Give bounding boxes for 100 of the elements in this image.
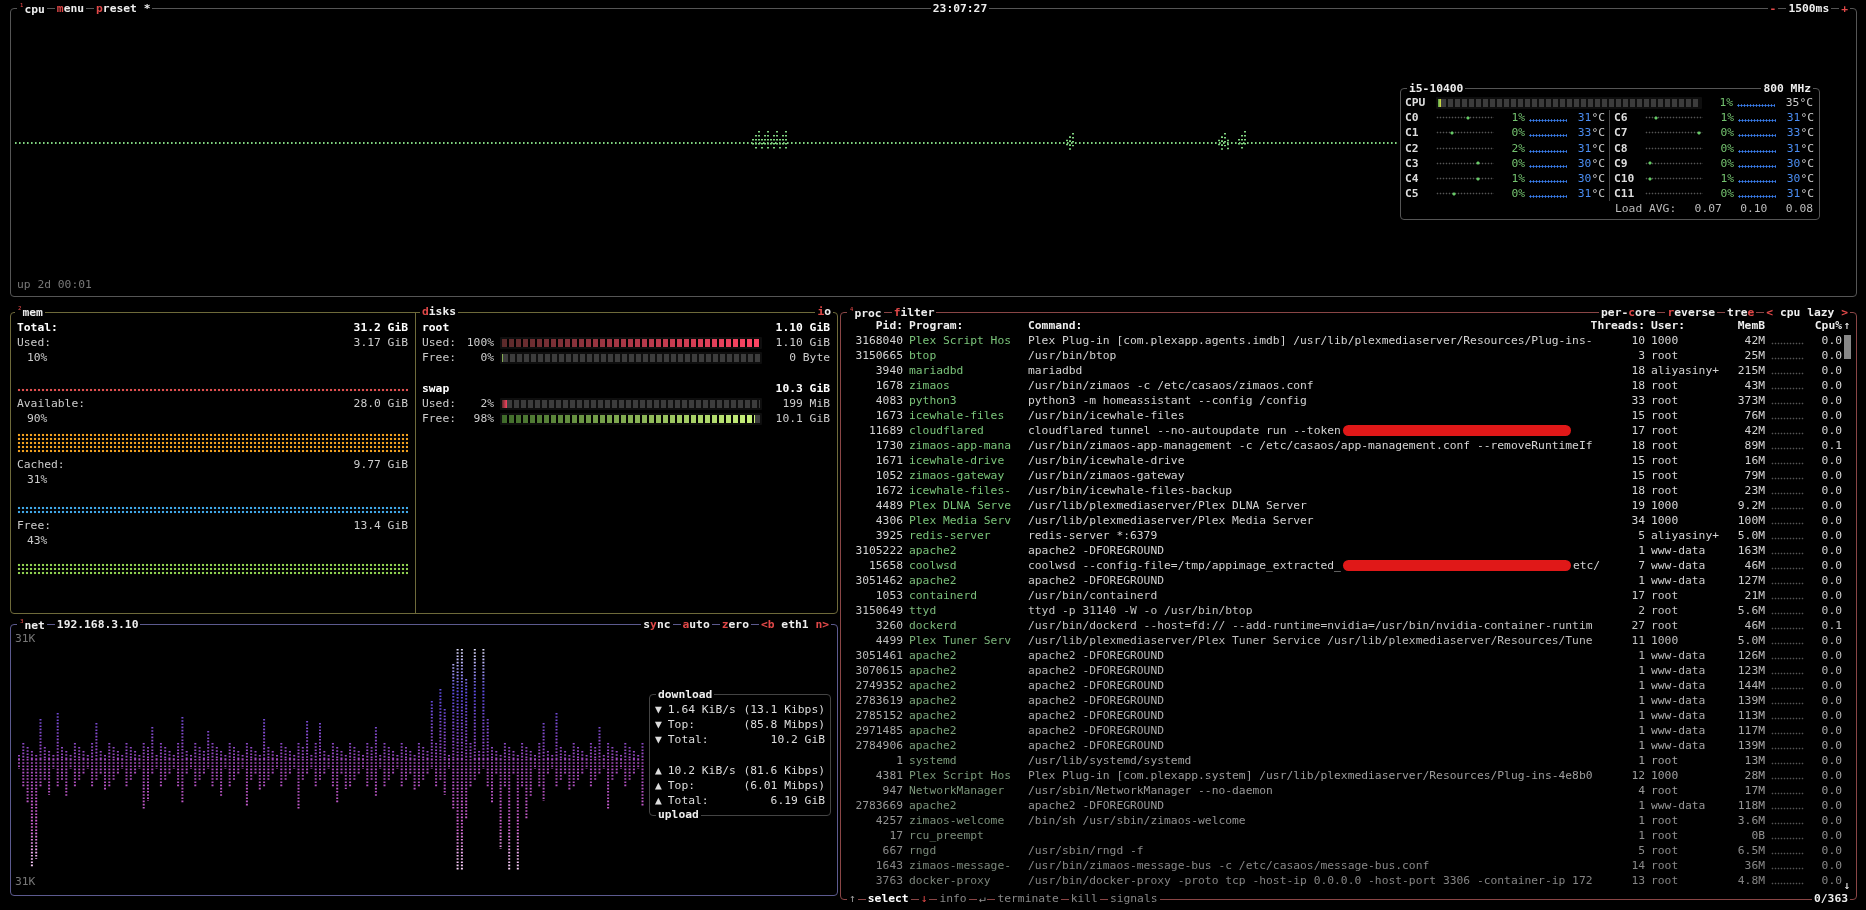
scrollbar-thumb[interactable] — [1843, 335, 1851, 360]
threads-cell-text: 15 — [1630, 468, 1645, 484]
load-value: 0.07 — [1694, 201, 1722, 217]
core-temperature: 31°C — [1576, 110, 1605, 126]
user-cell-text: www-data — [1651, 678, 1707, 694]
disk-usage-value: 199 MiB — [781, 395, 830, 412]
memory-cell-text: 89M — [1743, 438, 1765, 454]
cpu-cell-text: 0.0 — [1820, 468, 1842, 484]
memory-cell-text: 118M — [1736, 798, 1765, 814]
upload-stat-value: (6.01 Mibps) — [743, 777, 825, 793]
cpu-cell-text: 0.0 — [1820, 543, 1842, 559]
command-text: apache2 -DFOREGROUND — [1028, 708, 1165, 724]
core-percent: 1% — [1719, 170, 1734, 187]
memory-cell-text: 126M — [1736, 648, 1765, 664]
cpu-percent: 1% — [1718, 95, 1733, 111]
program-cell-text: apache2 — [909, 543, 958, 559]
column-header[interactable]: Program: — [909, 318, 1022, 334]
threads-cell-text: 19 — [1630, 498, 1645, 514]
pid-cell-text: 3051461 — [854, 648, 903, 664]
pid-cell-text: 3150665 — [854, 348, 903, 364]
column-header[interactable]: Threads: — [1590, 318, 1645, 334]
pid-cell-text: 3105222 — [854, 543, 903, 559]
command-text: /usr/bin/zimaos-app-management -c /etc/casaos/app-management.conf --removeRuntimeIf — [1028, 438, 1593, 454]
program-cell-text: apache2 — [909, 738, 958, 754]
pid-cell-text: 17 — [888, 828, 903, 844]
core-label: C5 — [1405, 186, 1420, 202]
pid-cell-text: 667 — [881, 843, 903, 859]
scroll-down-arrow[interactable]: ↓ — [1843, 877, 1851, 893]
pid-cell-text: 2749352 — [854, 678, 903, 694]
pid-cell-text: 4257 — [874, 813, 903, 829]
cpu-cell-text: 0.0 — [1820, 678, 1842, 694]
scroll-up-arrow[interactable]: ↑ — [1843, 318, 1851, 334]
upload-arrow-icon: ▲ — [655, 777, 662, 793]
command-text: /usr/lib/plexmediaserver/Plex Media Server — [1028, 513, 1314, 529]
threads-cell-text: 3 — [1637, 348, 1645, 364]
threads-cell-text: 2 — [1637, 603, 1645, 619]
core-percent: 0% — [1719, 140, 1734, 156]
disk-usage-value: 1.10 GiB — [774, 335, 830, 351]
program-cell-text: Plex Tuner Serv — [909, 633, 1013, 649]
core-percent: 0% — [1510, 186, 1525, 202]
command-text: apache2 -DFOREGROUND — [1028, 543, 1165, 559]
user-cell-text: root — [1651, 618, 1680, 634]
load-label: Load AVG: — [1615, 201, 1677, 217]
command-text: /usr/bin/zimaos-message-bus -c /etc/casaos/message-bus.conf — [1028, 858, 1430, 874]
core-temperature: 33°C — [1785, 125, 1814, 141]
column-header[interactable]: User: — [1651, 318, 1719, 334]
command-text: /usr/bin/docker-proxy -proto tcp -host-ip 0.0.0.0 -host-port 3306 -container-ip 172 — [1028, 873, 1593, 889]
scale-label: 31K — [15, 631, 36, 647]
command-text: /usr/bin/btop — [1028, 348, 1117, 364]
memory-value: 13.4 GiB — [353, 518, 408, 534]
cpu-cell-text: 0.0 — [1820, 483, 1842, 499]
program-cell-text: Plex Media Serv — [909, 513, 1013, 529]
memory-cell-text: 79M — [1743, 468, 1765, 484]
program-cell-text: coolwsd — [909, 558, 958, 574]
cpu-cell-text: 0.0 — [1820, 453, 1842, 469]
pid-cell-text: 1 — [895, 753, 903, 769]
program-cell-text: icewhale-files — [909, 408, 1006, 424]
upload-arrow-icon: ▲ — [655, 792, 662, 809]
user-cell-text: 1000 — [1651, 513, 1680, 529]
program-cell-text: apache2 — [909, 708, 958, 724]
program-cell-text: redis-server — [909, 528, 992, 544]
disk-usage-label: Used: 100% — [422, 335, 494, 351]
disk-usage-label: Used: 2% — [422, 395, 494, 412]
pid-cell-text: 2783669 — [854, 798, 903, 814]
uptime: up 2d 00:01 — [16, 276, 92, 292]
disk-size: 1.10 GiB — [775, 320, 830, 336]
cpu-cell-text: 0.0 — [1820, 633, 1842, 649]
memory-label: Free: — [17, 518, 51, 534]
core-percent: 1% — [1510, 170, 1525, 187]
user-cell-text: root — [1651, 348, 1680, 364]
pid-cell-text: 1678 — [874, 378, 903, 394]
memory-cell-text: 42M — [1743, 333, 1765, 349]
threads-cell-text: 12 — [1630, 768, 1645, 784]
user-cell-text: www-data — [1651, 558, 1707, 574]
cpu-cell-text: 0.0 — [1820, 828, 1842, 844]
box-title: $^{¹}$ cpu — [17, 0, 47, 18]
threads-cell-text: 1 — [1637, 738, 1645, 754]
column-header[interactable]: MemB — [1725, 318, 1765, 334]
column-header[interactable]: Cpu% — [1810, 318, 1842, 334]
pid-cell-text: 1643 — [874, 858, 903, 874]
memory-cell-text: 16M — [1743, 453, 1765, 469]
pid-cell-text: 3150649 — [854, 603, 903, 619]
program-cell-text: zimaos — [909, 378, 951, 394]
column-header[interactable]: Command: — [1028, 318, 1584, 334]
threads-cell-text: 11 — [1630, 633, 1645, 649]
pid-cell-text: 1672 — [874, 483, 903, 499]
download-arrow-icon: ▼ — [655, 701, 662, 718]
core-percent: 0% — [1719, 125, 1734, 141]
core-temperature: 31°C — [1785, 186, 1814, 202]
user-cell-text: 1000 — [1651, 498, 1680, 514]
command-text: /usr/lib/plexmediaserver/Plex DLNA Server — [1028, 498, 1307, 514]
cpu-cell-text: 0.0 — [1820, 693, 1842, 709]
user-cell-text: root — [1651, 873, 1680, 889]
user-cell-text: www-data — [1651, 543, 1707, 559]
pid-cell-text: 4083 — [874, 393, 903, 409]
threads-cell-text: 1 — [1637, 648, 1645, 664]
command-text: apache2 -DFOREGROUND — [1028, 573, 1165, 589]
download-arrow-icon: ▼ — [655, 732, 662, 748]
cpu-temperature: 35°C — [1784, 95, 1813, 111]
command-text: apache2 -DFOREGROUND — [1028, 693, 1165, 709]
